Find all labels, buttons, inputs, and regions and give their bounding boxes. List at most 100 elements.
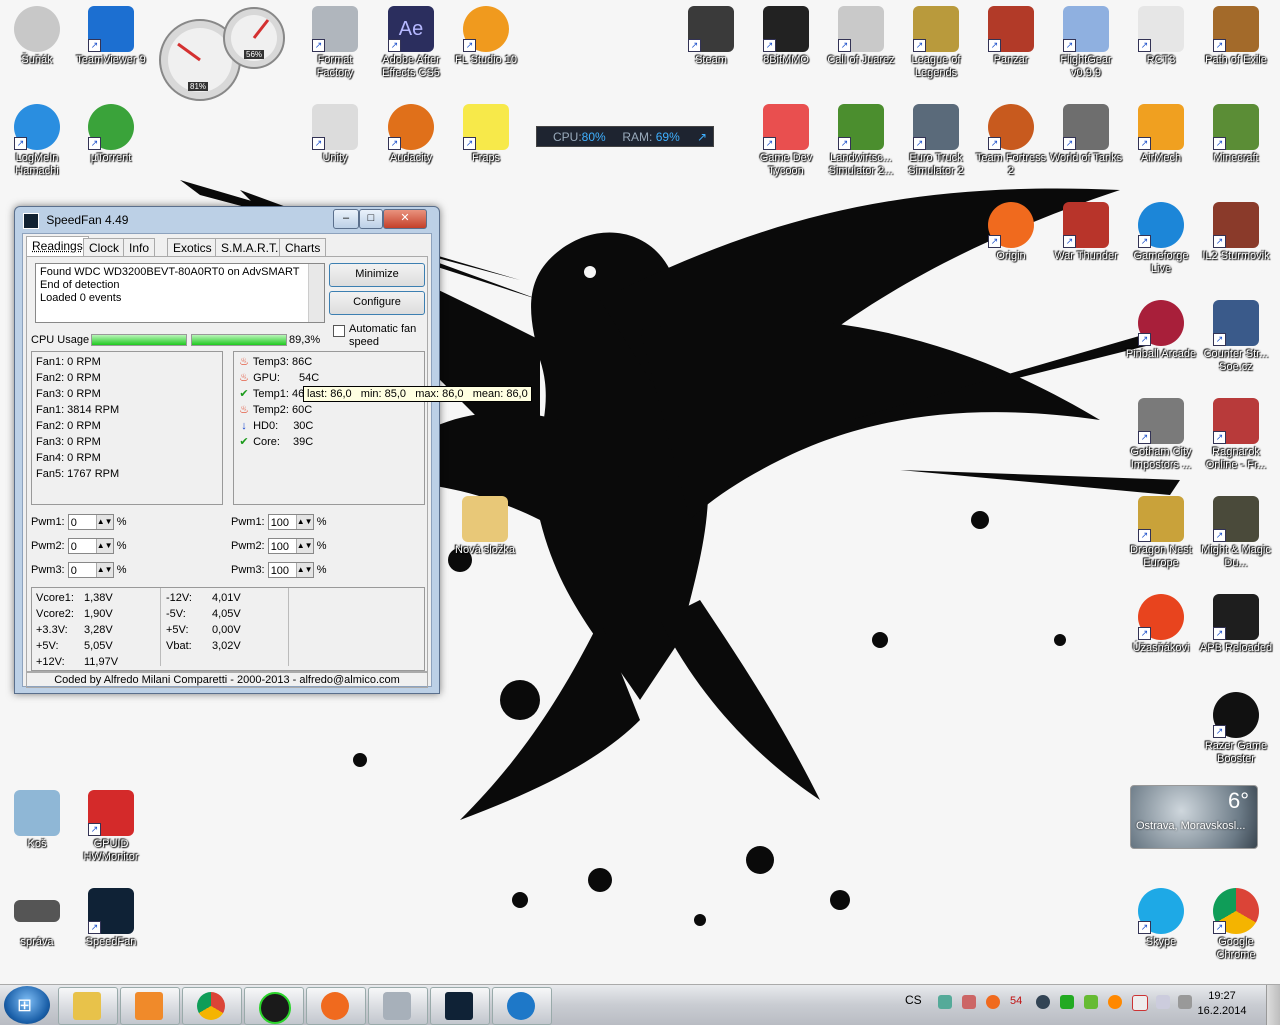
desktop-icon[interactable]: ↗ Panzar [974,6,1048,67]
maximize-window-button[interactable]: □ [359,209,383,229]
taskbar-app-media-player[interactable] [120,987,180,1025]
desktop-icon[interactable]: ↗ War Thunder [1049,202,1123,263]
temp-reading[interactable]: ♨ Temp2: 60C [234,402,424,418]
network-tray-icon[interactable] [938,995,952,1009]
desktop-icon[interactable]: Ae ↗ Adobe After Effects CS5 [374,6,448,80]
minimize-button[interactable]: Minimize [329,263,425,287]
steam-tray-icon[interactable] [1036,995,1050,1009]
close-window-button[interactable]: ✕ [383,209,427,229]
minimize-window-button[interactable]: – [333,209,359,229]
configure-button[interactable]: Configure [329,291,425,315]
pwm-input[interactable]: 0 ▲▼ [67,514,114,531]
desktop-icon[interactable]: ↗ FL Studio 10 [449,6,523,67]
pwm-input[interactable]: 0 ▲▼ [67,562,114,579]
speaker-icon[interactable] [1178,995,1192,1009]
temp-reading[interactable]: ♨ Temp3: 86C [234,354,424,370]
desktop-icon[interactable]: ↗ Dragon Nest Europe [1124,496,1198,570]
taskbar-app-chrome[interactable] [182,987,242,1025]
tab-exotics[interactable]: Exotics [167,238,218,257]
desktop-icon[interactable]: ↗ GPUID HWMonitor [74,790,148,864]
temp-reading[interactable]: ↓ HD0: 30C [234,418,424,434]
avast-tray-icon[interactable] [1108,995,1122,1009]
spinner-icon[interactable]: ▲▼ [95,563,113,578]
desktop-icon[interactable]: ↗ Path of Exile [1199,6,1273,67]
pwm-input[interactable]: 100 ▲▼ [267,514,314,531]
speedfan-window[interactable]: SpeedFan 4.49 – □ ✕ Readings Clock Info … [14,206,440,694]
desktop-icon[interactable]: ↗ Gotham City Impostors ... [1124,398,1198,472]
desktop-icon[interactable]: ↗ Pinball Arcade [1124,300,1198,361]
desktop-icon[interactable]: ↗ LogMeIn Hamachi [0,104,74,178]
desktop-icon[interactable]: ↗ Úžasňákovi [1124,594,1198,655]
desktop-icon[interactable]: ↗ FlightGear v0.9.9 [1049,6,1123,80]
taskbar-app-format-factory[interactable] [368,987,428,1025]
start-button[interactable]: ⊞ [4,986,50,1024]
desktop-icon[interactable]: ↗ AirMech [1124,104,1198,165]
desktop-icon[interactable]: ↗ Team Fortress 2 [974,104,1048,178]
desktop-icon[interactable]: ↗ Euro Truck Simulator 2 [899,104,973,178]
desktop-icon[interactable]: ↗ TeamViewer 9 [74,6,148,67]
display-tray-icon[interactable] [1156,995,1170,1009]
tab-charts[interactable]: Charts [279,238,327,257]
desktop-icon[interactable]: ↗ Gameforge Live [1124,202,1198,276]
tab-readings[interactable]: Readings [26,236,89,257]
desktop-icon[interactable]: ↗ Game Dev Tycoon [749,104,823,178]
desktop-icon[interactable]: správa [0,888,74,949]
desktop-icon[interactable]: ↗ Landwirtsc... Simulator 2... [824,104,898,178]
taskbar-app-speedfan[interactable] [430,987,490,1025]
desktop-icon[interactable]: ↗ Format Factory [298,6,372,80]
tab-smart[interactable]: S.M.A.R.T. [215,238,285,257]
taskbar-app-origin[interactable] [306,987,366,1025]
desktop-icon[interactable]: ↗ Call of Juarez [824,6,898,67]
taskbar-app-hamachi[interactable] [492,987,552,1025]
desktop-icon[interactable]: ↗ Razer Game Booster [1199,692,1273,766]
gauge-gadget[interactable]: 81% 56% [158,6,288,102]
log-scrollbar[interactable] [308,264,324,322]
desktop-icon[interactable]: Šuňák [0,6,74,67]
weather-gadget[interactable]: 6° Ostrava, Moravskosl... [1130,785,1258,849]
tray-temp[interactable]: 54 [1010,995,1022,1007]
origin-tray-icon[interactable] [986,995,1000,1009]
pwm-input[interactable]: 0 ▲▼ [67,538,114,555]
desktop-icon[interactable]: ↗ SpeedFan [74,888,148,949]
show-desktop-button[interactable] [1266,985,1280,1025]
taskbar-app-explorer[interactable] [58,987,118,1025]
language-indicator[interactable]: CS [905,993,922,1007]
tab-info[interactable]: Info [123,238,156,257]
desktop-icon[interactable]: ↗ Google Chrome [1199,888,1273,962]
spinner-icon[interactable]: ▲▼ [295,515,313,530]
razer-tray-icon[interactable] [1060,995,1074,1009]
clock[interactable]: 19:27 16.2.2014 [1196,989,1248,1019]
pwm-input[interactable]: 100 ▲▼ [267,538,314,555]
spinner-icon[interactable]: ▲▼ [95,539,113,554]
desktop-icon[interactable]: Koš [0,790,74,851]
desktop-icon[interactable]: ↗ League of Legends [899,6,973,80]
spinner-icon[interactable]: ▲▼ [295,563,313,578]
desktop-icon[interactable]: ↗ 8BitMMO [749,6,823,67]
event-log[interactable]: Found WDC WD3200BEVT-80A0RT0 on AdvSMART… [35,263,325,323]
action-center-icon[interactable] [1132,995,1148,1011]
spinner-icon[interactable]: ▲▼ [295,539,313,554]
desktop-icon[interactable]: ↗ Minecraft [1199,104,1273,165]
temp-reading[interactable]: ♨ GPU: 54C [234,370,424,386]
desktop-icon[interactable]: ↗ World of Tanks [1049,104,1123,165]
desktop-icon[interactable]: ↗ Origin [974,202,1048,263]
desktop-icon[interactable]: ↗ Fraps [449,104,523,165]
desktop-icon[interactable]: ↗ Ragnarok Online - Fr... [1199,398,1273,472]
cpu-ram-widget[interactable]: CPU:80% RAM: 69% ↗ [536,126,714,147]
desktop-icon-folder[interactable]: Nová složka [448,496,522,557]
desktop-icon[interactable]: ↗ µTorrent [74,104,148,165]
desktop-icon[interactable]: ↗ RCT3 [1124,6,1198,67]
desktop-icon[interactable]: ↗ Skype [1124,888,1198,949]
pwm-input[interactable]: 100 ▲▼ [267,562,314,579]
tab-clock[interactable]: Clock [83,238,126,257]
desktop-icon[interactable]: ↗ Counter Str... Soe.cz [1199,300,1273,374]
spinner-icon[interactable]: ▲▼ [95,515,113,530]
desktop-icon[interactable]: ↗ Audacity [374,104,448,165]
desktop-icon[interactable]: ↗ APB Reloaded [1199,594,1273,655]
expand-icon[interactable]: ↗ [697,127,707,148]
desktop-icon[interactable]: ↗ IL2 Sturmovik [1199,202,1273,263]
desktop-icon[interactable]: ↗ Steam [674,6,748,67]
nvidia-tray-icon[interactable] [1084,995,1098,1009]
desktop-icon[interactable]: ↗ Might & Magic Du... [1199,496,1273,570]
desktop-icon[interactable]: ↗ Unity [298,104,372,165]
